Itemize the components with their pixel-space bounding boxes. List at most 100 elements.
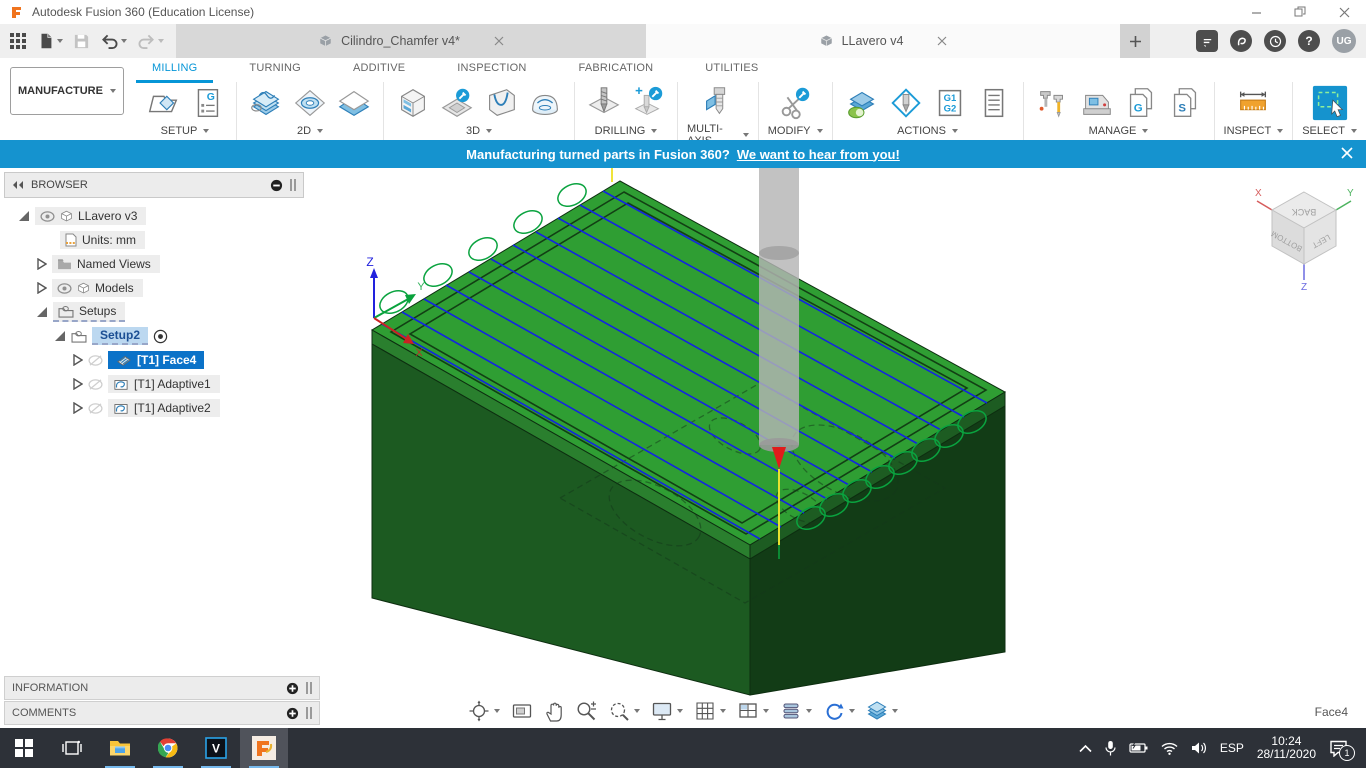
look-at-button[interactable] xyxy=(510,699,534,723)
select-window-button[interactable] xyxy=(1310,83,1350,123)
task-view-button[interactable] xyxy=(48,728,96,768)
drill-button[interactable] xyxy=(584,83,624,123)
visible-eye-icon[interactable] xyxy=(40,210,55,222)
trim-toolpath-button[interactable] xyxy=(775,83,815,123)
speaker-icon[interactable] xyxy=(1191,741,1207,755)
clock[interactable]: 10:24 28/11/2020 xyxy=(1257,735,1316,761)
comments-panel-header[interactable]: COMMENTS xyxy=(4,701,320,725)
group-select-label[interactable]: SELECT xyxy=(1302,125,1357,137)
browser-header[interactable]: BROWSER xyxy=(4,172,304,198)
swarf-button[interactable] xyxy=(698,82,738,122)
group-inspect-label[interactable]: INSPECT xyxy=(1224,125,1284,137)
information-panel-header[interactable]: INFORMATION xyxy=(4,676,320,700)
2d-pocket-button[interactable] xyxy=(290,83,330,123)
grid-button[interactable] xyxy=(693,699,727,723)
expanded-icon[interactable] xyxy=(36,306,48,318)
tab-close-icon[interactable] xyxy=(937,36,947,46)
hidden-eye-icon[interactable] xyxy=(88,402,103,414)
viewports-button[interactable] xyxy=(736,699,770,723)
feedback-button[interactable] xyxy=(1196,30,1218,52)
group-actions-label[interactable]: ACTIONS xyxy=(897,125,958,137)
panel-grip[interactable] xyxy=(290,179,296,191)
file-explorer-button[interactable] xyxy=(96,728,144,768)
new-setup-button[interactable] xyxy=(143,83,183,123)
collapsed-icon[interactable] xyxy=(72,354,83,366)
3d-scallop-button[interactable] xyxy=(525,83,565,123)
group-3d-label[interactable]: 3D xyxy=(466,125,493,137)
visible-eye-icon[interactable] xyxy=(57,282,72,294)
tree-item-adaptive1[interactable]: [T1] Adaptive1 xyxy=(4,372,304,396)
pan-button[interactable] xyxy=(543,699,565,723)
redo-button[interactable] xyxy=(135,31,166,52)
extensions-button[interactable] xyxy=(1230,30,1252,52)
drill-custom-button[interactable] xyxy=(628,83,668,123)
hidden-eye-icon[interactable] xyxy=(88,354,103,366)
tab-fabrication[interactable]: FABRICATION xyxy=(575,62,658,80)
undo-button[interactable] xyxy=(98,31,129,52)
collapsed-icon[interactable] xyxy=(36,258,47,270)
minimize-button[interactable] xyxy=(1234,0,1278,24)
group-manage-label[interactable]: MANAGE xyxy=(1089,125,1149,137)
tree-item-models[interactable]: Models xyxy=(4,276,304,300)
collapse-panel-icon[interactable] xyxy=(12,180,24,190)
document-tab-cilindro[interactable]: Cilindro_Chamfer v4* xyxy=(176,24,646,58)
2d-adaptive-button[interactable] xyxy=(246,83,286,123)
banner-close-icon[interactable] xyxy=(1340,146,1354,160)
microphone-icon[interactable] xyxy=(1105,740,1116,756)
app-grid-button[interactable] xyxy=(8,31,29,52)
steps-button[interactable] xyxy=(779,699,813,723)
remove-panel-icon[interactable] xyxy=(270,179,283,192)
tray-chevron-icon[interactable] xyxy=(1079,744,1092,753)
tab-additive[interactable]: ADDITIVE xyxy=(349,62,409,80)
zoom-button[interactable] xyxy=(574,699,598,723)
new-tab-button[interactable] xyxy=(1120,24,1150,58)
machine-library-button[interactable] xyxy=(1077,83,1117,123)
3d-contour-button[interactable] xyxy=(481,83,521,123)
tree-item-setup2[interactable]: Setup2 xyxy=(4,324,304,348)
panel-grip[interactable] xyxy=(306,707,312,719)
document-tab-llavero[interactable]: LLavero v4 xyxy=(646,24,1120,58)
group-2d-label[interactable]: 2D xyxy=(297,125,324,137)
collapsed-icon[interactable] xyxy=(72,402,83,414)
file-menu-button[interactable] xyxy=(35,30,65,52)
active-setup-radio-icon[interactable] xyxy=(153,329,168,344)
3d-pocket-button[interactable] xyxy=(437,83,477,123)
workspace-switcher[interactable]: MANUFACTURE xyxy=(10,67,124,115)
banner-link[interactable]: We want to hear from you! xyxy=(737,147,900,162)
tree-item-units[interactable]: Units: mm xyxy=(4,228,304,252)
battery-icon[interactable] xyxy=(1129,742,1148,754)
viewport[interactable]: Z Y X BACK BOTTOM LEFT X Y Z BROWSER LLa… xyxy=(0,168,1366,728)
language-indicator[interactable]: ESP xyxy=(1220,741,1244,755)
new-program-button[interactable]: G xyxy=(187,83,227,123)
g1g2-button[interactable]: G1 G2 xyxy=(930,83,970,123)
tree-item-adaptive2[interactable]: [T1] Adaptive2 xyxy=(4,396,304,420)
tab-utilities[interactable]: UTILITIES xyxy=(701,62,762,80)
tree-item-setups[interactable]: Setups xyxy=(4,300,304,324)
expand-panel-icon[interactable] xyxy=(286,707,299,720)
tree-item-face4[interactable]: [T1] Face4 xyxy=(4,348,304,372)
template-document-button[interactable]: S xyxy=(1165,83,1205,123)
fusion360-taskbar-button[interactable] xyxy=(240,728,288,768)
tab-milling[interactable]: MILLING xyxy=(135,62,214,83)
refresh-button[interactable] xyxy=(822,699,856,723)
expand-panel-icon[interactable] xyxy=(286,682,299,695)
wifi-icon[interactable] xyxy=(1161,742,1178,755)
display-settings-button[interactable] xyxy=(650,699,684,723)
gcode-document-button[interactable]: G xyxy=(1121,83,1161,123)
toolpath-display-button[interactable] xyxy=(865,699,899,723)
simulate-button[interactable] xyxy=(842,83,882,123)
hidden-eye-icon[interactable] xyxy=(88,378,103,390)
2d-face-button[interactable] xyxy=(334,83,374,123)
expanded-icon[interactable] xyxy=(54,330,66,342)
tool-library-button[interactable] xyxy=(1033,83,1073,123)
start-button[interactable] xyxy=(0,728,48,768)
setup-sheet-button[interactable] xyxy=(974,83,1014,123)
vsdc-button[interactable]: V xyxy=(192,728,240,768)
tab-turning[interactable]: TURNING xyxy=(245,62,305,80)
tab-close-icon[interactable] xyxy=(494,36,504,46)
save-button[interactable] xyxy=(71,31,92,52)
tree-item-named-views[interactable]: Named Views xyxy=(4,252,304,276)
collapsed-icon[interactable] xyxy=(72,378,83,390)
zoom-window-button[interactable] xyxy=(607,699,641,723)
job-status-button[interactable] xyxy=(1264,30,1286,52)
